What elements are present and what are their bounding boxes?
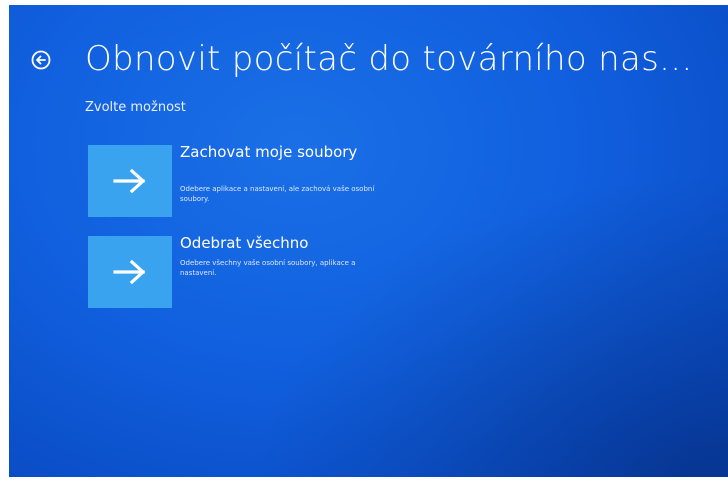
option-tile[interactable] bbox=[88, 236, 172, 308]
back-button[interactable] bbox=[31, 50, 51, 70]
option-tile[interactable] bbox=[88, 145, 172, 217]
choose-option-label: Zvolte možnost bbox=[85, 100, 186, 115]
option-keep-my-files[interactable]: Zachovat moje soubory Odebere aplikace a… bbox=[88, 143, 488, 217]
option-remove-everything[interactable]: Odebrat všechno Odebere všechny vaše oso… bbox=[88, 234, 488, 308]
back-arrow-icon bbox=[31, 50, 51, 70]
option-title: Odebrat všechno bbox=[180, 234, 309, 252]
page-title: Obnovit počítač do továrního nas... bbox=[85, 39, 693, 79]
option-description: Odebere aplikace a nastavení, ale zachov… bbox=[180, 185, 375, 203]
option-description: Odebere všechny vaše osobní soubory, apl… bbox=[180, 259, 356, 277]
option-title: Zachovat moje soubory bbox=[180, 143, 358, 161]
recovery-screen: Obnovit počítač do továrního nas... Zvol… bbox=[9, 5, 728, 477]
